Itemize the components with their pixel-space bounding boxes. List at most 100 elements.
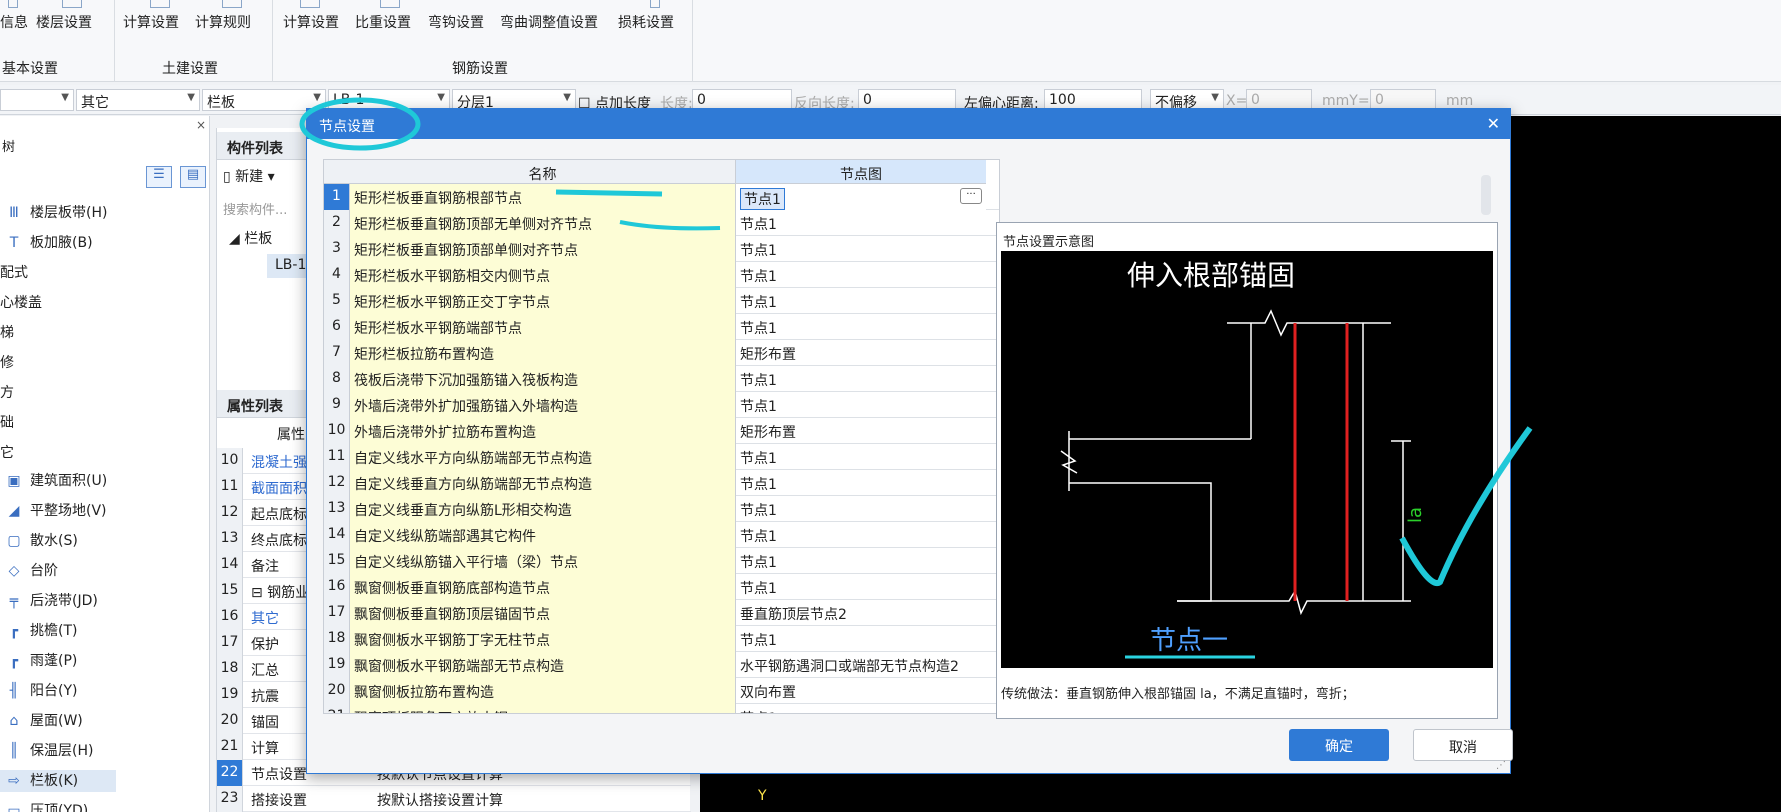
sidebar-item[interactable]: ┏ 雨蓬(P) (0, 650, 116, 672)
sidebar-item[interactable]: 础 (0, 412, 116, 434)
property-row[interactable]: 23 搭接设置 按默认搭接设置计算 (217, 786, 691, 812)
sidebar-item[interactable]: 心楼盖 (0, 292, 116, 314)
table-row[interactable]: 17 飘窗侧板垂直钢筋顶层锚固节点 垂直筋顶层节点2 (324, 600, 999, 626)
table-row[interactable]: 8 筏板后浇带下沉加强筋锚入筏板构造 节点1 (324, 366, 999, 392)
node-value-cell[interactable]: 节点1 (736, 496, 986, 522)
ribbon-button-density-settings[interactable]: 比重设置 (355, 12, 411, 32)
type-combo[interactable]: 其它 ▼ (76, 89, 200, 111)
resize-grip-icon[interactable]: ⋰ (1496, 760, 1506, 771)
sidebar-item[interactable]: ⌂ 屋面(W) (0, 710, 116, 732)
node-value-cell[interactable]: 节点1 (736, 236, 986, 262)
sidebar-item[interactable]: 它 (0, 442, 116, 464)
table-row[interactable]: 4 矩形栏板水平钢筋相交内侧节点 节点1 (324, 262, 999, 288)
node-value-editor[interactable]: 节点1 (740, 188, 785, 210)
sidebar-item[interactable]: T 板加腋(B) (0, 232, 116, 254)
roof-icon: ⌂ (9, 713, 19, 729)
node-diagram: 伸入根部锚固 la 节点一 (1001, 251, 1493, 668)
node-value-cell[interactable]: 双向布置 (736, 678, 986, 704)
table-row[interactable]: 18 飘窗侧板水平钢筋丁字无柱节点 节点1 (324, 626, 999, 652)
table-row[interactable]: 5 矩形栏板水平钢筋正交丁字节点 节点1 (324, 288, 999, 314)
tree-node-parapet[interactable]: ◢ 栏板 (229, 228, 272, 248)
sidebar-item[interactable]: ▢ 散水(S) (0, 530, 116, 552)
sidebar-item[interactable]: ╢ 阳台(Y) (0, 680, 116, 702)
sidebar-item[interactable]: ┏ 挑檐(T) (0, 620, 116, 642)
table-row[interactable]: 21飘窗顶板阳角下方放大钢节点1 (324, 704, 999, 713)
sidebar-item[interactable]: ▭ 压顶(YD) (0, 800, 116, 812)
node-value-cell[interactable]: 节点1 (736, 444, 986, 470)
table-row[interactable]: 13 自定义线垂直方向纵筋L形相交构造 节点1 (324, 496, 999, 522)
close-icon[interactable]: ✕ (1487, 114, 1500, 133)
node-value-cell[interactable]: 节点1 (736, 288, 986, 314)
ribbon-button-bend-adjust-settings[interactable]: 弯曲调整值设置 (500, 12, 598, 32)
sidebar-item[interactable]: ◇ 台阶 (0, 560, 116, 582)
table-row[interactable]: 9 外墙后浇带外扩加强筋锚入外墙构造 节点1 (324, 392, 999, 418)
ribbon-button-loss-settings[interactable]: 损耗设置 (618, 12, 674, 32)
node-value-cell[interactable]: 节点1 (736, 392, 986, 418)
sidebar-item[interactable]: 梯 (0, 322, 116, 344)
new-button[interactable]: ▯ 新建 ▾ (223, 166, 275, 186)
sidebar-item-label: 梯 (0, 325, 14, 341)
ok-button[interactable]: 确定 (1289, 729, 1389, 761)
category-combo[interactable]: ▼ (0, 89, 74, 111)
table-row[interactable]: 3 矩形栏板垂直钢筋顶部单侧对齐节点 节点1 (324, 236, 999, 262)
balcony-icon: ╢ (9, 683, 19, 699)
node-value-cell[interactable]: 水平钢筋遇洞口或端部无节点构造2 (736, 652, 986, 678)
ribbon-button-floor-settings[interactable]: 楼层设置 (36, 12, 92, 32)
scrollbar-thumb[interactable] (1481, 175, 1491, 215)
node-name-cell: 飘窗侧板垂直钢筋顶层锚固节点 (350, 600, 736, 626)
node-value-cell[interactable]: 节点1 (736, 522, 986, 548)
node-value-cell[interactable]: 节点1 (736, 626, 986, 652)
ribbon-button-rebar-calc-settings[interactable]: 计算设置 (283, 12, 339, 32)
table-row[interactable]: 10 外墙后浇带外扩拉筋布置构造 矩形布置 (324, 418, 999, 444)
table-row[interactable]: 7 矩形栏板拉筋布置构造 矩形布置 (324, 340, 999, 366)
node-value-cell[interactable]: 矩形布置 (736, 418, 986, 444)
table-row[interactable]: 1 矩形栏板垂直钢筋根部节点 节点1 ··· (324, 184, 999, 210)
ribbon-button-calc-rules[interactable]: 计算规则 (195, 12, 251, 32)
table-row[interactable]: 2 矩形栏板垂直钢筋顶部无单侧对齐节点 节点1 (324, 210, 999, 236)
cancel-button[interactable]: 取消 (1413, 729, 1513, 761)
table-row[interactable]: 19 飘窗侧板水平钢筋端部无节点构造 水平钢筋遇洞口或端部无节点构造2 (324, 652, 999, 678)
loss-icon (650, 0, 660, 8)
table-row[interactable]: 16 飘窗侧板垂直钢筋底部构造节点 节点1 (324, 574, 999, 600)
table-row[interactable]: 15 自定义线纵筋锚入平行墙（梁）节点 节点1 (324, 548, 999, 574)
node-value-cell[interactable]: 节点1 (736, 314, 986, 340)
sidebar-item[interactable]: 配式 (0, 262, 116, 284)
sidebar-item[interactable]: 方 (0, 382, 116, 404)
table-row[interactable]: 12 自定义线垂直方向纵筋端部无节点构造 节点1 (324, 470, 999, 496)
row-number: 21 (324, 704, 350, 713)
close-icon[interactable]: × (196, 118, 206, 132)
sidebar-item[interactable]: ╤ 后浇带(JD) (0, 590, 116, 612)
property-row-number: 11 (217, 474, 243, 500)
ribbon-button-civil-calc-settings[interactable]: 计算设置 (123, 12, 179, 32)
list-view-icon[interactable]: ☰ (146, 166, 172, 188)
node-value-cell[interactable]: 节点1 (736, 704, 986, 713)
node-value-cell[interactable]: 节点1 (736, 210, 986, 236)
table-row[interactable]: 11 自定义线水平方向纵筋端部无节点构造 节点1 (324, 444, 999, 470)
node-value-cell[interactable]: 节点1 (736, 548, 986, 574)
parapet-icon: ⇨ (8, 773, 20, 789)
table-row[interactable]: 14 自定义线纵筋端部遇其它构件 节点1 (324, 522, 999, 548)
ribbon-button-hook-settings[interactable]: 弯钩设置 (428, 12, 484, 32)
sidebar-item[interactable]: ⇨ 栏板(K) (0, 770, 116, 792)
property-value[interactable]: 按默认搭接设置计算 (377, 790, 503, 810)
node-value-cell[interactable]: 垂直筋顶层节点2 (736, 600, 986, 626)
node-value-cell[interactable]: 节点1 (736, 262, 986, 288)
property-row-number: 15 (217, 578, 243, 604)
sidebar-item[interactable]: 修 (0, 352, 116, 374)
ellipsis-icon[interactable]: ··· (960, 188, 982, 204)
ribbon-button-info[interactable]: 信息 (0, 12, 28, 32)
node-value-cell[interactable]: 节点1 (736, 470, 986, 496)
row-number: 14 (324, 522, 350, 548)
sidebar-item[interactable]: ║ 保温层(H) (0, 740, 116, 762)
node-value-cell[interactable]: 节点1 (736, 574, 986, 600)
grid-view-icon[interactable]: ▤ (180, 166, 206, 188)
node-value-cell[interactable]: 节点1 ··· (736, 184, 986, 210)
table-row[interactable]: 6 矩形栏板水平钢筋端部节点 节点1 (324, 314, 999, 340)
node-value-cell[interactable]: 节点1 (736, 366, 986, 392)
node-value-cell[interactable]: 矩形布置 (736, 340, 986, 366)
table-row[interactable]: 20 飘窗侧板拉筋布置构造 双向布置 (324, 678, 999, 704)
sidebar-item[interactable]: Ⅲ 楼层板带(H) (0, 202, 116, 224)
sidebar-item[interactable]: ◢ 平整场地(V) (0, 500, 116, 522)
sidebar-item[interactable]: ▣ 建筑面积(U) (0, 470, 116, 492)
dialog-title: 节点设置 (319, 119, 375, 135)
